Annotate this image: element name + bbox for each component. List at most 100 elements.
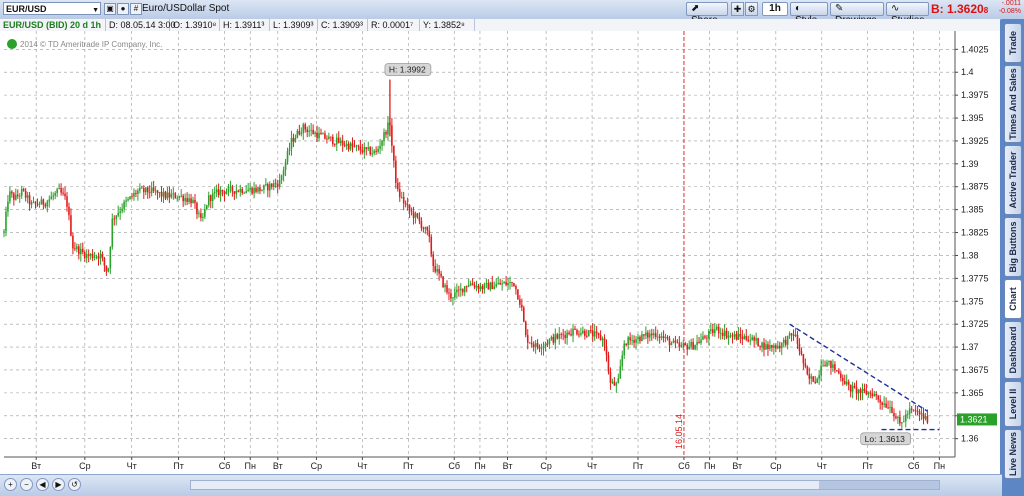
candle-body xyxy=(523,307,525,322)
info-date: D: 08.05.14 3:00 xyxy=(106,19,176,31)
sidebar-tab-active-trader[interactable]: Active Trader xyxy=(1004,145,1022,215)
lock-icon[interactable]: ▣ xyxy=(104,3,116,15)
candle-body xyxy=(111,218,114,248)
reset-icon[interactable]: ↺ xyxy=(68,478,81,491)
candle-body xyxy=(247,189,249,192)
candle-body xyxy=(670,343,673,346)
sidebar-tab-big-buttons[interactable]: Big Buttons xyxy=(1004,217,1022,277)
style-button[interactable]: ◐ Style xyxy=(790,2,828,26)
candle-body xyxy=(782,339,785,343)
symbol-input[interactable]: EUR/USD ▼ xyxy=(3,2,101,15)
candle-body xyxy=(465,286,468,288)
x-tick-label: Ср xyxy=(770,461,782,471)
candle-body xyxy=(554,334,557,343)
candle-body xyxy=(13,193,15,200)
candle-body xyxy=(249,187,251,190)
candle-body xyxy=(30,202,33,205)
link-icon[interactable]: ● xyxy=(117,3,129,15)
candle-body xyxy=(763,342,765,350)
candle-body xyxy=(715,326,718,330)
candle-body xyxy=(385,132,387,135)
candle-body xyxy=(207,195,210,206)
candle-body xyxy=(16,194,19,197)
scroll-right-icon[interactable]: ▶ xyxy=(52,478,65,491)
candle-body xyxy=(410,210,413,212)
drawings-button[interactable]: ✎ Drawings xyxy=(830,2,884,26)
candle-body xyxy=(584,330,586,336)
sidebar-tab-label: Level II xyxy=(1008,388,1018,420)
candle-body xyxy=(186,198,188,202)
candle-body xyxy=(499,282,501,285)
candle-body xyxy=(690,341,692,347)
candle-body xyxy=(613,381,616,386)
candle-body xyxy=(387,122,389,135)
candle-body xyxy=(749,340,752,342)
candle-body xyxy=(473,285,476,288)
sidebar-tab-dashboard[interactable]: Dashboard xyxy=(1004,321,1022,379)
candle-body xyxy=(924,416,927,419)
x-tick-label: Сб xyxy=(908,461,920,471)
sidebar-tab-times-and-sales[interactable]: Times And Sales xyxy=(1004,65,1022,143)
y-tick-label: 1.36 xyxy=(961,434,979,444)
candle-body xyxy=(680,345,683,347)
x-tick-label: Пн xyxy=(934,461,945,471)
sidebar-tab-level-ii[interactable]: Level II xyxy=(1004,381,1022,427)
zoom-in-icon[interactable]: + xyxy=(4,478,17,491)
style-icon: ◐ xyxy=(795,3,802,14)
candle-body xyxy=(903,421,905,423)
zoom-out-icon[interactable]: − xyxy=(20,478,33,491)
candle-body xyxy=(24,190,27,198)
candle-body xyxy=(391,125,393,146)
share-button[interactable]: ⬈ Share xyxy=(686,2,728,26)
studies-button[interactable]: ∿ Studies xyxy=(886,2,929,26)
candle-body xyxy=(62,192,64,194)
candle-body xyxy=(621,355,624,367)
candle-body xyxy=(93,256,96,258)
timeframe-button[interactable]: 1h xyxy=(762,2,788,16)
candle-body xyxy=(780,342,783,349)
sidebar-tab-live-news[interactable]: Live News xyxy=(1004,429,1022,479)
candle-body xyxy=(916,410,919,412)
hash-icon[interactable]: # xyxy=(130,3,142,15)
candle-body xyxy=(503,282,505,284)
sidebar-tab-label: Times And Sales xyxy=(1008,68,1018,140)
candle-body xyxy=(332,136,334,145)
settings-icon[interactable]: ⚙ xyxy=(745,2,758,16)
candle-body xyxy=(836,370,838,371)
candle-body xyxy=(267,184,269,191)
candle-body xyxy=(812,376,815,382)
chart-scrollbar[interactable] xyxy=(190,480,940,490)
crosshair-icon[interactable]: ✚ xyxy=(731,2,744,16)
candle-body xyxy=(440,273,442,277)
candle-body xyxy=(814,381,817,383)
candle-body xyxy=(170,194,173,198)
candle-body xyxy=(706,337,708,339)
candle-body xyxy=(7,201,9,212)
candle-body xyxy=(664,337,667,338)
candle-body xyxy=(452,297,454,299)
candle-body xyxy=(162,191,165,197)
scrollbar-thumb[interactable] xyxy=(819,481,939,489)
candle-body xyxy=(459,288,462,291)
candle-body xyxy=(910,408,913,410)
candle-body xyxy=(495,284,498,287)
chart-area[interactable]: 1.36 1.365 1.3675 1.37 1.3725 1.375 1.3775 1.38… xyxy=(0,31,1000,474)
candle-body xyxy=(639,336,641,342)
candle-body xyxy=(914,410,917,412)
candle-body xyxy=(879,399,881,403)
candle-body xyxy=(324,133,326,139)
sidebar-tab-trade[interactable]: Trade xyxy=(1004,23,1022,63)
scroll-left-icon[interactable]: ◀ xyxy=(36,478,49,491)
candle-body xyxy=(816,378,818,383)
candle-body xyxy=(395,160,397,183)
sidebar-tab-label: Chart xyxy=(1008,287,1018,311)
y-tick-label: 1.3825 xyxy=(961,228,989,238)
x-tick-label: Пн xyxy=(474,461,485,471)
chevron-down-icon[interactable]: ▼ xyxy=(92,4,99,17)
candle-body xyxy=(107,268,110,272)
candle-body xyxy=(755,338,757,341)
candle-body xyxy=(70,215,72,236)
sidebar-tab-chart[interactable]: Chart xyxy=(1004,279,1022,319)
price-chart[interactable]: 1.36 1.365 1.3675 1.37 1.3725 1.375 1.3775 1.38… xyxy=(0,31,1000,474)
candle-body xyxy=(769,345,771,350)
